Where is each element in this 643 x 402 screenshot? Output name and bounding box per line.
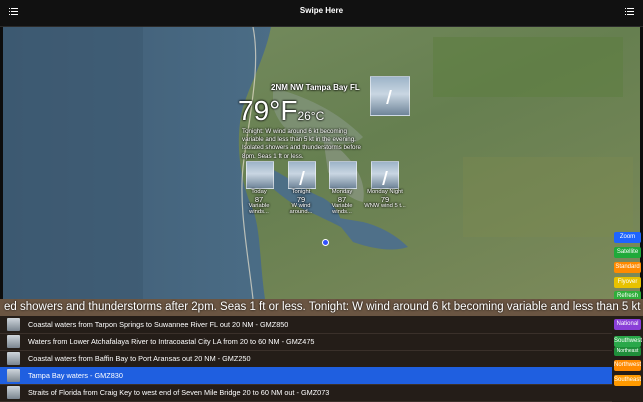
zone-row[interactable]: Straits of Florida from Craig Key to wes… (0, 384, 612, 402)
zone-label: Coastal waters from Tarpon Springs to Su… (28, 320, 289, 329)
forecast-temp: 79 (380, 194, 390, 204)
ticker-text: ed showers and thunderstorms after 2pm. … (4, 301, 643, 313)
forecast-monday-night[interactable]: Monday Night 79 WNW wind 5 t... (361, 189, 409, 209)
national-button[interactable]: National (614, 319, 641, 330)
current-weather-image (370, 76, 410, 116)
thunderstorm-icon (381, 171, 388, 186)
forecast-summary: WNW wind 5 t... (364, 202, 406, 209)
southeast-button[interactable]: Southeast (614, 375, 641, 386)
forecast-summary: W wind around... (289, 202, 313, 216)
southwest-button[interactable]: Southwest (614, 336, 642, 347)
current-temperature: 79°F26°C (238, 95, 324, 127)
forecast-image-0[interactable] (246, 161, 274, 189)
forecast-today[interactable]: Today 87 Variable winds... (239, 189, 279, 216)
zone-label: Waters from Lower Atchafalaya River to I… (28, 337, 315, 346)
satellite-button[interactable]: Satellite (614, 247, 641, 258)
forecast-image-1[interactable] (288, 161, 316, 189)
zone-thumbnail-icon (7, 335, 20, 348)
forecast-summary: Variable winds... (331, 202, 353, 216)
zone-list: Coastal waters from Tarpon Springs to Su… (0, 316, 643, 402)
location-name: 2NM NW Tampa Bay FL (271, 83, 360, 92)
northwest-button[interactable]: Northwest (614, 360, 641, 371)
temp-c: 26°C (297, 109, 325, 123)
map-imagery (3, 27, 640, 299)
zoom-button[interactable]: Zoom (614, 232, 641, 243)
zone-row[interactable]: Coastal waters from Tarpon Springs to Su… (0, 316, 612, 334)
forecast-tonight[interactable]: Tonight 79 W wind around... (281, 189, 321, 216)
northeast-button[interactable]: Northeast (614, 347, 641, 356)
forecast-image-2[interactable] (329, 161, 357, 189)
thunderstorm-icon (298, 171, 305, 186)
zone-row[interactable]: Waters from Lower Atchafalaya River to I… (0, 333, 612, 351)
forecast-ticker: ed showers and thunderstorms after 2pm. … (0, 299, 643, 316)
zone-row-selected[interactable]: Tampa Bay waters - GMZ830 (0, 367, 612, 385)
forecast-temp: 87 (337, 194, 347, 204)
forecast-monday[interactable]: Monday 87 Variable winds... (322, 189, 362, 216)
standard-button[interactable]: Standard (614, 262, 641, 273)
zone-thumbnail-icon (7, 318, 20, 331)
zone-label: Coastal waters from Baffin Bay to Port A… (28, 354, 251, 363)
current-description: Tonight: W wind around 6 kt becoming var… (242, 128, 362, 160)
list-icon[interactable] (625, 8, 634, 16)
zone-thumbnail-icon (7, 369, 20, 382)
forecast-temp: 87 (254, 194, 264, 204)
swipe-title[interactable]: Swipe Here (0, 6, 643, 15)
forecast-temp: 79 (296, 194, 306, 204)
zone-label: Tampa Bay waters - GMZ830 (28, 371, 123, 380)
forecast-summary: Variable winds... (248, 202, 270, 216)
flyover-button[interactable]: Flyover (614, 277, 641, 288)
zone-thumbnail-icon (7, 386, 20, 399)
top-bar: Swipe Here (0, 0, 643, 27)
zone-row[interactable]: Coastal waters from Baffin Bay to Port A… (0, 350, 612, 368)
location-pin[interactable] (322, 239, 329, 246)
zone-thumbnail-icon (7, 352, 20, 365)
thunderstorm-icon (386, 90, 392, 105)
forecast-image-3[interactable] (371, 161, 399, 189)
satellite-map[interactable]: 2NM NW Tampa Bay FL 79°F26°C Tonight: W … (3, 27, 640, 299)
temp-f: 79°F (238, 95, 298, 126)
zone-label: Straits of Florida from Craig Key to wes… (28, 388, 330, 397)
